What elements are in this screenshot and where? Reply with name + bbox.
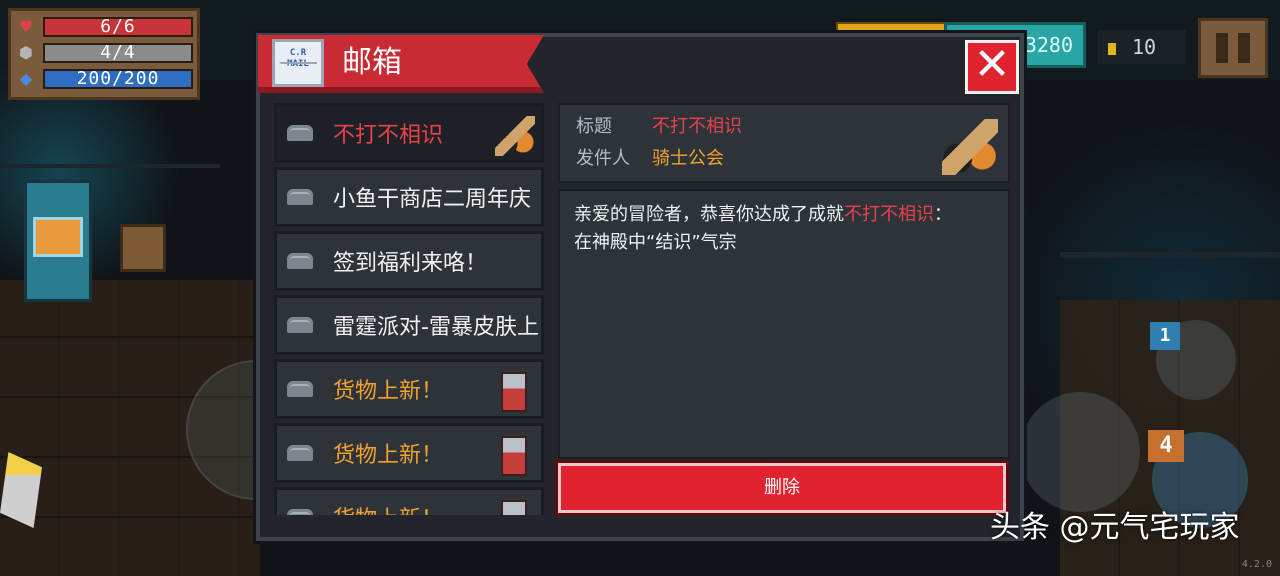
delete-button[interactable]: 删除 [558,463,1006,513]
envelope-icon [287,253,313,269]
envelope-icon [287,381,313,397]
envelope-icon [287,125,313,141]
subject-value: 不打不相识 [652,116,742,137]
close-button[interactable]: ✕ [965,40,1019,94]
mail-item[interactable]: 货物上新！ [274,487,544,515]
shield-icon: ⬢ [19,43,33,62]
coin-count: 10 [1132,35,1157,59]
envelope-icon [287,189,313,205]
mail-body: 亲爱的冒险者，恭喜你达成了成就不打不相识： 在神殿中“结识”气宗 [558,189,1010,459]
mail-body-line-2: 在神殿中“结识”气宗 [574,232,737,253]
mail-body-line-1: 亲爱的冒险者，恭喜你达成了成就不打不相识： [574,204,952,225]
merchant-avatar-icon [501,500,527,515]
mail-item-title: 签到福利来咯！ [333,251,488,276]
coin-counter: 10 [1098,30,1186,64]
gacha-machine [24,180,92,302]
knight-guild-avatar-icon [495,116,535,156]
envelope-icon [287,445,313,461]
mana-crystal-icon: ◆ [19,69,33,88]
mail-item[interactable]: 不打不相识 [274,103,544,163]
mail-item-title: 雷霆派对-雷暴皮肤上 [333,315,539,340]
achievement-name: 不打不相识 [844,204,934,225]
mail-item-title: 货物上新！ [333,379,444,404]
mail-item[interactable]: 雷霆派对-雷暴皮肤上 [274,295,544,355]
mana-bar: 200/200 [43,69,193,89]
mail-envelope-icon: C.R MAIL [272,39,324,87]
mail-item[interactable]: 小鱼干商店二周年庆 [274,167,544,227]
sender-label: 发件人 [576,148,630,169]
mailbox-title: 邮箱 [342,45,402,80]
attack-button[interactable] [1020,392,1140,512]
sender-avatar-icon [942,119,998,175]
skill-charge-count: 4 [1148,430,1184,462]
mail-item-title: 不打不相识 [333,123,444,148]
mail-detail-header: 标题 不打不相识 发件人 骑士公会 [558,103,1010,183]
version-label: 4.2.0 [1241,559,1272,570]
mail-list[interactable]: 不打不相识 小鱼干商店二周年庆 签到福利来咯！ 雷霆派对-雷暴皮肤上 货物上新！… [274,103,546,515]
pause-button[interactable] [1198,18,1268,78]
mailbox-title-ribbon: C.R MAIL 邮箱 [258,35,544,93]
mail-item-title: 小鱼干商店二周年庆 [333,187,532,212]
mail-item-title: 货物上新！ [333,443,444,468]
weapon-slot-number: 1 [1150,322,1180,350]
mailbox-dialog: C.R MAIL 邮箱 ✕ 不打不相识 小鱼干商店二周年庆 签到福利来咯！ 雷霆派… [256,33,1024,541]
sender-value: 骑士公会 [652,148,724,169]
merchant-avatar-icon [501,372,527,412]
pause-icon-bar-right [1238,33,1250,63]
treasure-chest [120,224,166,272]
hp-bar: 6/6 [43,17,193,37]
merchant-avatar-icon [501,436,527,476]
subject-label: 标题 [576,116,612,137]
heart-icon: ♥ [18,17,34,36]
mail-item[interactable]: 货物上新！ [274,423,544,483]
mail-item[interactable]: 签到福利来咯！ [274,231,544,291]
coin-icon [1108,43,1116,55]
shield-bar: 4/4 [43,43,193,63]
pause-icon-bar-left [1216,33,1228,63]
watermark: 头条 @元气宅玩家 [990,510,1240,545]
wall-edge-right [1060,252,1280,258]
mail-item-title: 货物上新！ [333,501,443,515]
envelope-icon [287,509,313,515]
wall-edge [0,164,220,168]
envelope-icon [287,317,313,333]
player-stats-panel: ♥ 6/6 ⬢ 4/4 ◆ 200/200 [8,8,200,100]
mail-item[interactable]: 货物上新！ [274,359,544,419]
